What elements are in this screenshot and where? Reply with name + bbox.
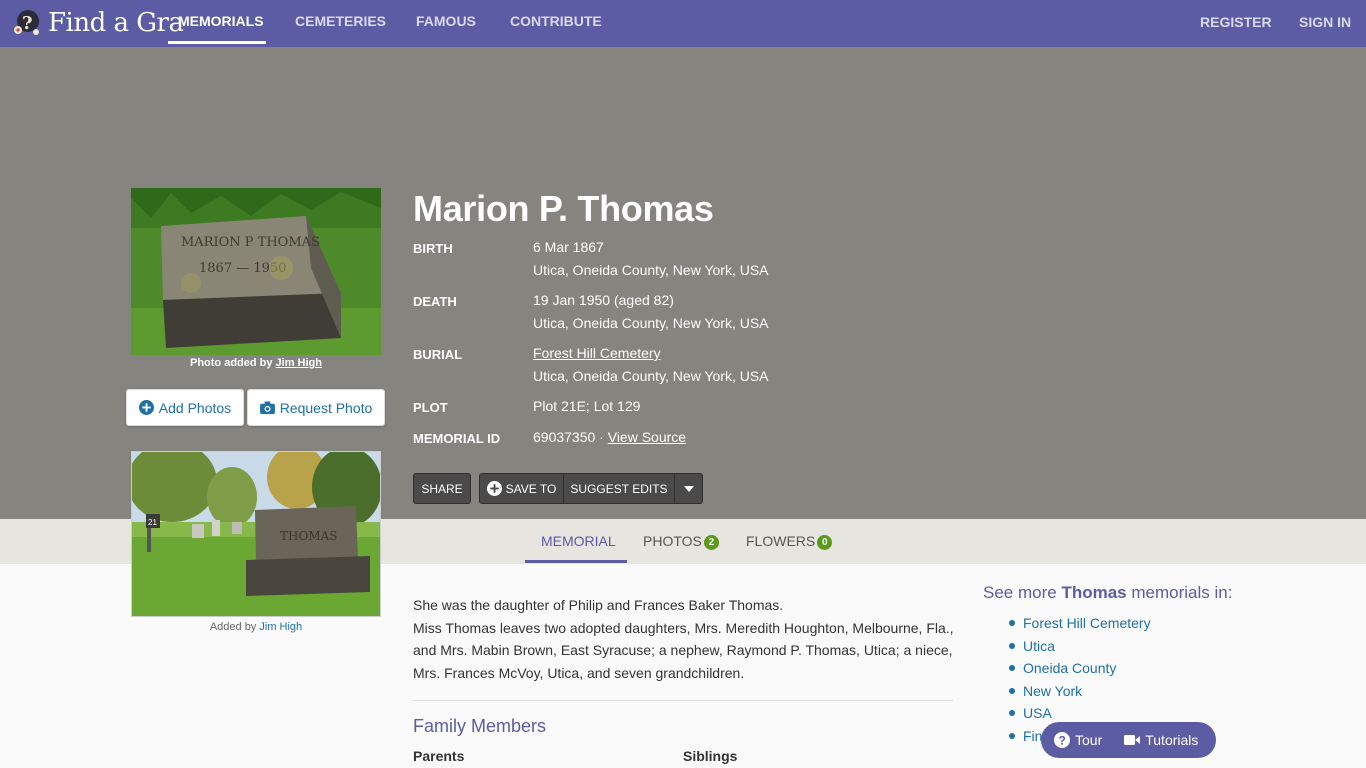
siblings-heading: Siblings	[683, 748, 738, 764]
plot-label: PLOT	[413, 400, 448, 415]
see-more-link-city[interactable]: Utica	[1023, 638, 1055, 654]
memorial-id-value: 69037350 · View Source	[533, 426, 686, 449]
see-more-suffix: memorials in:	[1131, 583, 1233, 602]
tab-photos-label: PHOTOS	[643, 533, 702, 549]
bio-line-1: She was the daughter of Philip and Franc…	[413, 597, 784, 613]
see-more-surname: Thomas	[1061, 583, 1127, 602]
caret-down-icon	[683, 485, 694, 492]
nav-contribute[interactable]: CONTRIBUTE	[510, 0, 602, 47]
list-item: Utica	[1009, 635, 1151, 658]
birth-place: Utica, Oneida County, New York, USA	[533, 262, 769, 278]
plus-circle-icon	[486, 481, 502, 496]
top-navbar: ? Find a Gra MEMORIALS CEMETERIES FAMOUS…	[0, 0, 1366, 47]
help-pill: ? Tour Tutorials	[1041, 722, 1216, 758]
tab-photos[interactable]: PHOTOS 2	[643, 519, 719, 564]
birth-label: BIRTH	[413, 241, 453, 256]
add-photos-button[interactable]: Add Photos	[126, 389, 244, 426]
tab-memorial[interactable]: MEMORIAL	[541, 519, 616, 564]
see-more-link-state[interactable]: New York	[1023, 683, 1082, 699]
headstone-photo[interactable]: MARION P THOMAS 1867 — 1950	[131, 188, 381, 355]
nav-cemeteries[interactable]: CEMETERIES	[295, 0, 386, 47]
logo-text: Find a Gra	[48, 8, 184, 38]
tab-flowers-label: FLOWERS	[746, 533, 816, 549]
see-more-link-find[interactable]: Fin	[1023, 728, 1042, 744]
plot-value: Plot 21E; Lot 129	[533, 398, 641, 414]
add-photos-label: Add Photos	[158, 399, 232, 416]
memorial-bio: She was the daughter of Philip and Franc…	[413, 594, 958, 684]
burial-value: Forest Hill Cemetery Utica, Oneida Count…	[533, 342, 769, 388]
photo-credit-prefix: Photo added by	[189, 357, 273, 369]
nav-active-indicator	[168, 41, 266, 44]
see-more-link-cemetery[interactable]: Forest Hill Cemetery	[1023, 615, 1151, 631]
plus-circle-icon	[138, 400, 154, 415]
bio-line-2: Miss Thomas leaves two adopted daughters…	[413, 619, 954, 681]
see-more-link-county[interactable]: Oneida County	[1023, 660, 1116, 676]
memorial-id-label: MEMORIAL ID	[413, 431, 501, 446]
see-more-link-country[interactable]: USA	[1023, 705, 1052, 721]
view-source-link[interactable]: View Source	[608, 429, 686, 445]
memorial-id-number: 69037350 ·	[533, 429, 604, 445]
question-circle-icon: ?	[1054, 732, 1070, 748]
photo-credit: Photo added by Jim High	[131, 357, 381, 369]
headstone-image: MARION P THOMAS 1867 — 1950	[131, 188, 381, 355]
tab-flowers[interactable]: FLOWERS 0	[746, 519, 833, 564]
tutorials-button[interactable]: Tutorials	[1102, 732, 1198, 748]
share-label: SHARE	[421, 481, 463, 496]
parents-heading: Parents	[413, 748, 465, 764]
svg-text:?: ?	[22, 13, 33, 34]
svg-text:THOMAS: THOMAS	[280, 529, 337, 543]
cemetery-image: 21 THOMAS	[132, 452, 380, 616]
burial-cemetery-link[interactable]: Forest Hill Cemetery	[533, 345, 661, 361]
memorial-name: Marion P. Thomas	[413, 188, 714, 229]
svg-text:?: ?	[1059, 734, 1066, 748]
death-date: 19 Jan 1950 (aged 82)	[533, 292, 674, 308]
birth-value: 6 Mar 1867 Utica, Oneida County, New Yor…	[533, 236, 769, 282]
save-to-button[interactable]: SAVE TO	[479, 473, 564, 504]
tour-button[interactable]: ? Tour	[1041, 732, 1102, 748]
more-actions-dropdown[interactable]	[674, 473, 703, 504]
cemetery-photo[interactable]: 21 THOMAS	[131, 451, 381, 617]
camera-icon	[259, 401, 275, 414]
section-divider	[413, 700, 953, 701]
video-camera-icon	[1124, 735, 1141, 745]
suggest-edits-button[interactable]: SUGGEST EDITS	[563, 473, 675, 504]
death-place: Utica, Oneida County, New York, USA	[533, 315, 769, 331]
burial-place: Utica, Oneida County, New York, USA	[533, 368, 769, 384]
register-link[interactable]: REGISTER	[1200, 0, 1272, 47]
birth-date: 6 Mar 1867	[533, 239, 604, 255]
svg-text:21: 21	[148, 518, 157, 527]
death-label: DEATH	[413, 294, 457, 309]
tour-label: Tour	[1075, 732, 1103, 748]
see-more-prefix: See more	[983, 583, 1057, 602]
suggest-edits-label: SUGGEST EDITS	[570, 481, 668, 496]
cemetery-photo-credit: Added by Jim High	[131, 621, 381, 633]
save-to-label: SAVE TO	[505, 481, 557, 496]
see-more-heading: See more Thomas memorials in:	[983, 583, 1232, 603]
family-members-heading: Family Members	[413, 716, 547, 736]
flowers-count-badge: 0	[817, 534, 833, 550]
photos-count-badge: 2	[703, 534, 719, 550]
tab-active-indicator	[525, 560, 627, 563]
cemetery-photo-credit-user-link[interactable]: Jim High	[259, 621, 302, 633]
request-photo-label: Request Photo	[279, 399, 373, 416]
sign-in-link[interactable]: SIGN IN	[1299, 0, 1351, 47]
logo-icon: ?	[14, 10, 39, 35]
list-item: New York	[1009, 680, 1151, 703]
request-photo-button[interactable]: Request Photo	[247, 389, 385, 426]
site-logo[interactable]: ? Find a Gra	[12, 6, 184, 40]
nav-famous[interactable]: FAMOUS	[416, 0, 476, 47]
svg-text:MARION P THOMAS: MARION P THOMAS	[181, 235, 320, 250]
death-value: 19 Jan 1950 (aged 82) Utica, Oneida Coun…	[533, 289, 769, 335]
list-item: Forest Hill Cemetery	[1009, 612, 1151, 635]
tutorials-label: Tutorials	[1145, 732, 1199, 748]
burial-label: BURIAL	[413, 347, 463, 362]
share-button[interactable]: SHARE	[413, 473, 471, 504]
list-item: Oneida County	[1009, 657, 1151, 680]
cemetery-photo-credit-prefix: Added by	[209, 621, 257, 633]
photo-credit-user-link[interactable]: Jim High	[276, 357, 322, 369]
nav-memorials[interactable]: MEMORIALS	[178, 0, 264, 47]
